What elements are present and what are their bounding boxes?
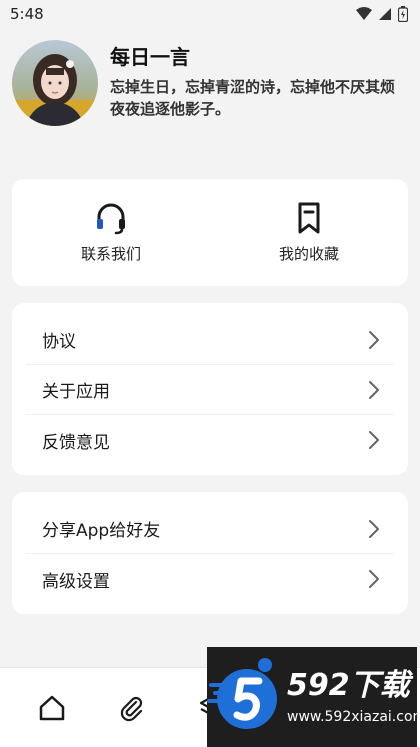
chevron-right-icon [369, 570, 379, 588]
bookmark-icon [298, 202, 320, 234]
favorites-button[interactable]: 我的收藏 [210, 179, 408, 286]
watermark-overlay: 592下载 www.592xiazai.com [207, 647, 420, 747]
headset-icon [97, 203, 125, 235]
menu-card-settings: 分享App给好友 高级设置 [12, 492, 408, 614]
status-time: 5:48 [10, 5, 44, 23]
chevron-right-icon [369, 330, 379, 349]
battery-icon [398, 6, 408, 22]
home-icon [39, 695, 65, 720]
watermark-brand: 592下载 [287, 668, 410, 703]
paperclip-icon [120, 696, 143, 721]
nav-attachments[interactable] [92, 668, 172, 747]
menu-item-feedback[interactable]: 反馈意见 [26, 415, 394, 465]
contact-us-label: 联系我们 [80, 245, 141, 263]
menu-item-label: 反馈意见 [42, 432, 110, 453]
signal-icon [379, 8, 391, 20]
menu-item-label: 协议 [42, 332, 76, 352]
menu-card-info: 协议 关于应用 反馈意见 [12, 303, 408, 475]
menu-item-label: 关于应用 [42, 382, 110, 402]
contact-us-button[interactable]: 联系我们 [12, 179, 210, 286]
favorites-label: 我的收藏 [278, 245, 339, 263]
wifi-icon [356, 7, 372, 20]
status-bar: 5:48 [0, 0, 420, 28]
profile-quote: 忘掉生日，忘掉青涩的诗，忘掉他不厌其烦夜夜追逐他影子。 [110, 78, 396, 118]
menu-item-label: 高级设置 [42, 571, 110, 592]
chevron-right-icon [369, 431, 379, 449]
avatar[interactable] [12, 40, 98, 126]
menu-item-agreement[interactable]: 协议 [26, 315, 394, 365]
actions-card: 联系我们 我的收藏 [12, 179, 408, 286]
chevron-right-icon [369, 519, 379, 538]
nav-home[interactable] [12, 668, 92, 747]
menu-item-advanced-settings[interactable]: 高级设置 [26, 554, 394, 604]
avatar-image [12, 40, 98, 126]
watermark-logo [207, 647, 287, 747]
watermark-url: www.592xiazai.com [287, 709, 420, 725]
menu-item-about[interactable]: 关于应用 [26, 365, 394, 415]
watermark-logo-icon [207, 658, 277, 729]
menu-item-label: 分享App给好友 [42, 521, 161, 541]
chevron-right-icon [369, 380, 379, 399]
profile-name: 每日一言 [110, 45, 190, 69]
status-icons [356, 6, 408, 22]
profile-header: 每日一言 忘掉生日，忘掉青涩的诗，忘掉他不厌其烦夜夜追逐他影子。 [12, 40, 412, 130]
menu-item-share[interactable]: 分享App给好友 [26, 504, 394, 554]
